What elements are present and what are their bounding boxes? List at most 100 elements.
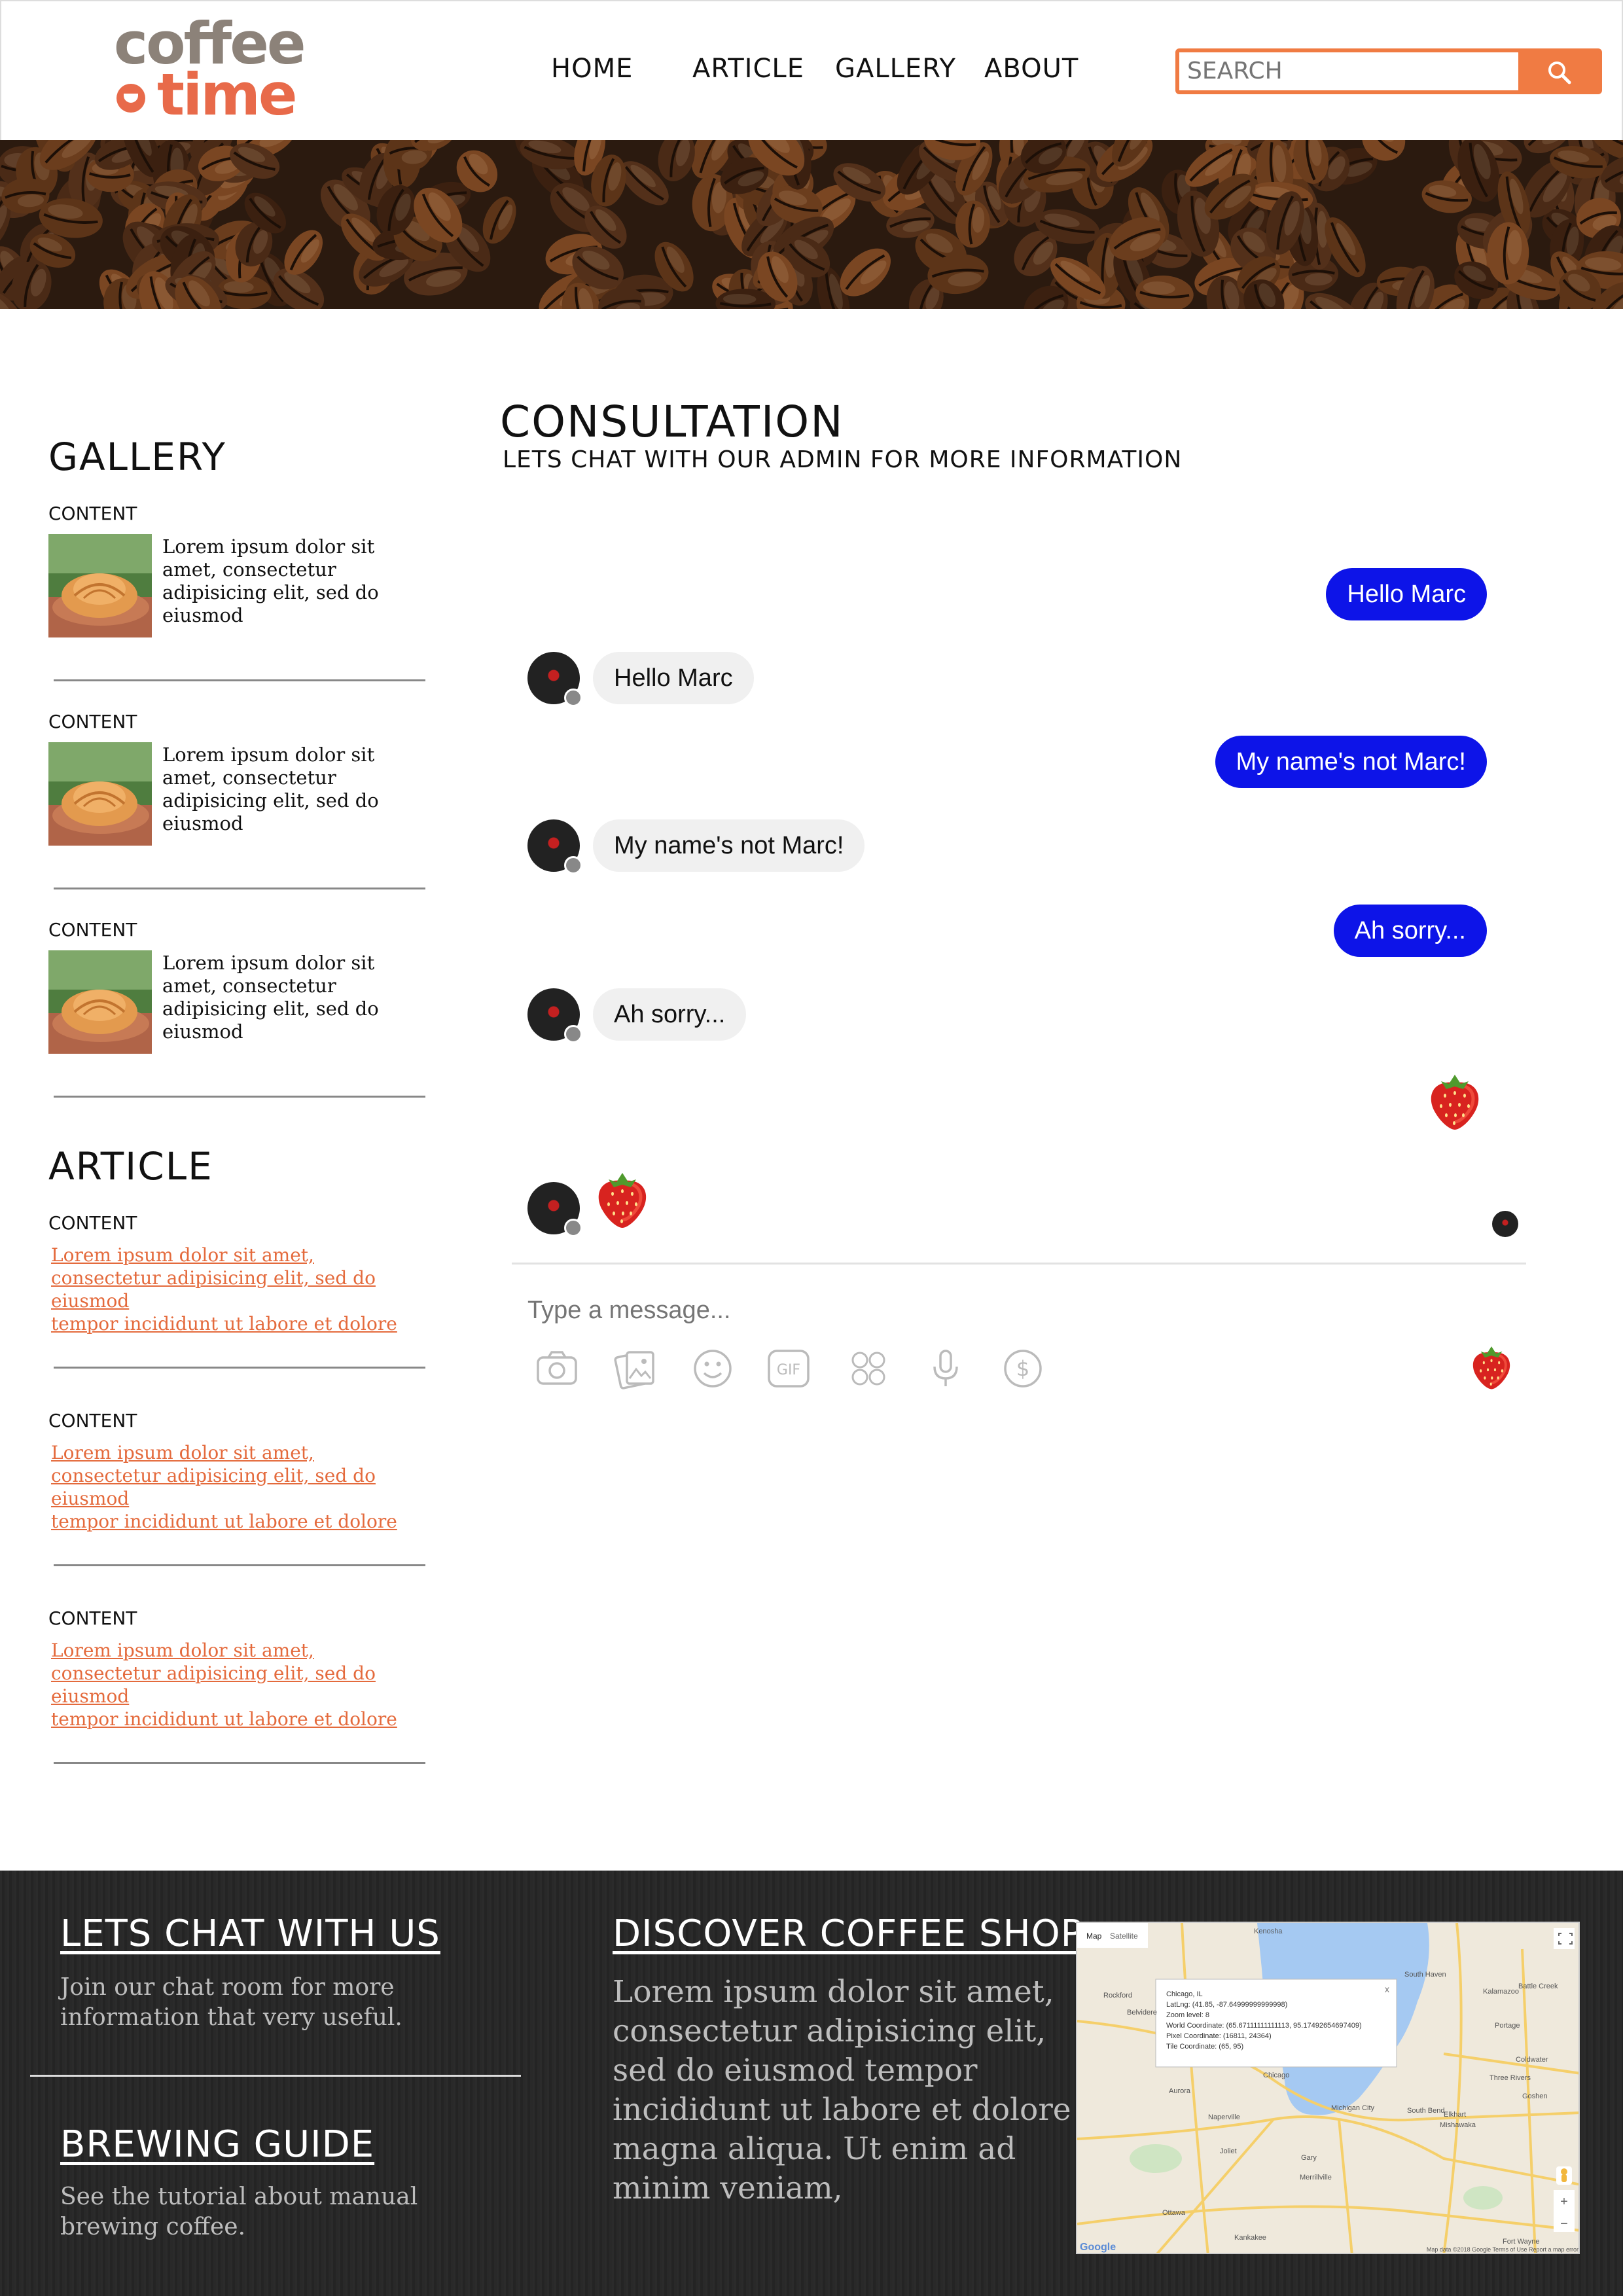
map-city-label: Chicago (1263, 2072, 1289, 2079)
article-link-line[interactable]: Lorem ipsum dolor sit amet, (51, 1441, 418, 1464)
map-city-label: South Haven (1404, 1971, 1446, 1979)
microphone-icon[interactable] (923, 1346, 969, 1391)
croissant-thumbnail[interactable] (48, 950, 152, 1054)
footer-text-line: incididunt ut labore et dolore (613, 2092, 1071, 2128)
outgoing-message[interactable]: My name's not Marc! (1215, 736, 1487, 788)
article-link-line[interactable]: tempor incididunt ut labore et dolore (51, 1510, 418, 1533)
gallery-item-label: CONTENT (48, 711, 137, 732)
article-link-line[interactable]: eiusmod (51, 1289, 418, 1312)
popup-line: Chicago, IL (1166, 1990, 1203, 1998)
footer-text-line: Join our chat room for more (60, 1974, 395, 2001)
gallery-heading: GALLERY (48, 435, 226, 479)
search-icon (1548, 62, 1571, 84)
gallery-text-line: Lorem ipsum dolor sit (162, 744, 375, 766)
map-city-label: Aurora (1169, 2087, 1191, 2095)
svg-text:$: $ (1016, 1356, 1029, 1381)
gallery-text-line: adipisicing elit, sed do (162, 789, 379, 812)
admin-avatar[interactable] (527, 652, 582, 707)
footer-shop-heading[interactable]: DISCOVER COFFEE SHOP (613, 1912, 1083, 1955)
nav-article[interactable]: ARTICLE (692, 54, 804, 84)
footer-text-line: consectetur adipisicing elit, (613, 2013, 1046, 2049)
search-button[interactable] (1518, 52, 1598, 90)
coffee-beans-image (0, 140, 1623, 309)
article-link-line[interactable]: eiusmod (51, 1487, 418, 1510)
admin-avatar[interactable] (527, 819, 582, 874)
payment-icon[interactable]: $ (1000, 1346, 1046, 1391)
outgoing-message[interactable]: Ah sorry... (1333, 905, 1487, 957)
map-city-label: Elkhart (1444, 2111, 1466, 2119)
footer-chat-heading[interactable]: LETS CHAT WITH US (60, 1912, 440, 1955)
admin-avatar[interactable] (527, 1182, 582, 1237)
map-city-label: Belvidere (1127, 2009, 1157, 2017)
map-city-label: Gary (1301, 2154, 1317, 2162)
gallery-text-line: Lorem ipsum dolor sit (162, 952, 375, 974)
gallery-text-line: amet, consectetur (162, 766, 336, 789)
popup-line: Tile Coordinate: (65, 95) (1166, 2043, 1243, 2051)
footer-divider (30, 2075, 521, 2077)
nav-gallery[interactable]: GALLERY (835, 54, 956, 84)
divider (54, 1762, 425, 1764)
popup-close-icon[interactable]: x (1385, 1984, 1389, 1994)
stickers-icon[interactable] (846, 1346, 891, 1391)
consultation-title: CONSULTATION (500, 397, 844, 447)
map-tab[interactable]: Map (1086, 1931, 1102, 1941)
article-link-line[interactable]: consectetur adipisicing elit, sed do (51, 1464, 418, 1487)
article-link-line[interactable]: eiusmod (51, 1685, 418, 1708)
emoji-icon[interactable] (690, 1346, 736, 1391)
search-input[interactable] (1179, 52, 1522, 90)
gallery-text-line: eiusmod (162, 812, 243, 834)
article-link-line[interactable]: consectetur adipisicing elit, sed do (51, 1662, 418, 1685)
strawberry-icon[interactable] (593, 1169, 652, 1230)
coffee-beans-banner (0, 140, 1623, 309)
gallery-text-line: adipisicing elit, sed do (162, 997, 379, 1020)
gallery-item-label: CONTENT (48, 919, 137, 941)
article-link-line[interactable]: Lorem ipsum dolor sit amet, (51, 1639, 418, 1662)
search-bar (1175, 48, 1602, 94)
outgoing-message[interactable]: Hello Marc (1326, 568, 1487, 620)
send-strawberry-button[interactable] (1469, 1343, 1514, 1391)
coffee-shop-map[interactable]: Map Satellite + − x Chicago, IL LatLng: (… (1076, 1922, 1580, 2254)
divider (54, 1367, 425, 1369)
messenger-badge-icon (564, 1025, 582, 1043)
messenger-badge-icon (564, 689, 582, 707)
photo-icon[interactable] (613, 1346, 658, 1391)
nav-about[interactable]: ABOUT (984, 54, 1079, 84)
footer-text-line: Lorem ipsum dolor sit amet, (613, 1974, 1054, 2010)
gallery-text-line: amet, consectetur (162, 558, 336, 581)
croissant-thumbnail[interactable] (48, 742, 152, 846)
croissant-thumbnail[interactable] (48, 534, 152, 637)
article-link[interactable]: Lorem ipsum dolor sit amet, consectetur … (51, 1244, 418, 1335)
message-input[interactable] (527, 1291, 1378, 1330)
camera-icon[interactable] (534, 1346, 580, 1391)
gif-icon[interactable]: GIF (766, 1346, 812, 1391)
map-canvas[interactable]: Map Satellite + − x Chicago, IL LatLng: (… (1077, 1923, 1580, 2254)
map-tab[interactable]: Satellite (1110, 1931, 1138, 1941)
article-heading: ARTICLE (48, 1144, 213, 1189)
map-city-label: Joliet (1220, 2147, 1237, 2155)
gallery-text-line: eiusmod (162, 1020, 243, 1043)
map-city-label: Ottawa (1162, 2209, 1186, 2217)
nav-home[interactable]: HOME (551, 54, 633, 84)
strawberry-icon[interactable] (1425, 1071, 1484, 1132)
coffee-time-logo[interactable]: coffee time (113, 14, 306, 126)
map-city-label: Portage (1495, 2022, 1520, 2030)
article-link-line[interactable]: tempor incididunt ut labore et dolore (51, 1708, 418, 1731)
article-link-line[interactable]: consectetur adipisicing elit, sed do (51, 1266, 418, 1289)
article-link[interactable]: Lorem ipsum dolor sit amet, consectetur … (51, 1639, 418, 1731)
map-city-label: Merrillville (1300, 2174, 1332, 2181)
site-header: coffee time HOME ARTICLE GALLERY ABOUT (0, 0, 1623, 140)
article-link[interactable]: Lorem ipsum dolor sit amet, consectetur … (51, 1441, 418, 1533)
article-link-line[interactable]: tempor incididunt ut labore et dolore (51, 1312, 418, 1335)
seen-avatar (1492, 1211, 1518, 1237)
footer-text-line: magna aliqua. Ut enim ad (613, 2131, 1016, 2167)
footer-guide-heading[interactable]: BREWING GUIDE (60, 2123, 374, 2166)
popup-line: LatLng: (41.85, -87.64999999999998) (1166, 2001, 1287, 2009)
fullscreen-icon[interactable] (1554, 1928, 1575, 1949)
admin-avatar[interactable] (527, 988, 582, 1043)
gallery-text-line: amet, consectetur (162, 975, 336, 997)
incoming-message[interactable]: My name's not Marc! (593, 819, 865, 872)
incoming-message[interactable]: Ah sorry... (593, 988, 747, 1041)
map-city-label: Kalamazoo (1483, 1988, 1519, 1996)
incoming-message[interactable]: Hello Marc (593, 652, 754, 704)
article-link-line[interactable]: Lorem ipsum dolor sit amet, (51, 1244, 418, 1266)
